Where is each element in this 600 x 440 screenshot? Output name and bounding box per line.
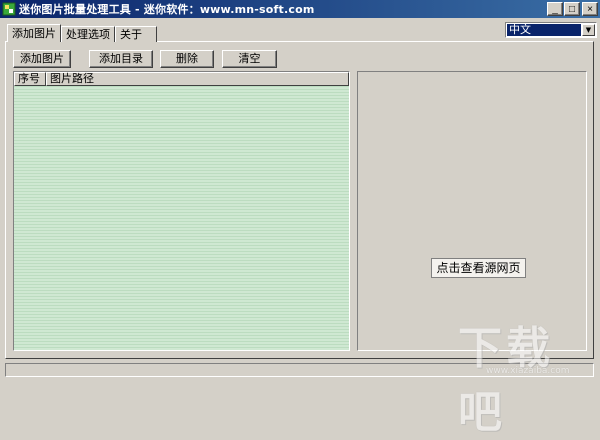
app-icon [2, 2, 16, 16]
list-header: 序号 图片路径 [14, 72, 349, 86]
tab-strip: 添加图片 处理选项 关于 [7, 24, 157, 42]
tab-about[interactable]: 关于 [115, 26, 157, 42]
add-image-button[interactable]: 添加图片 [13, 50, 71, 68]
column-header-index[interactable]: 序号 [14, 72, 46, 86]
delete-button[interactable]: 删除 [160, 50, 214, 68]
tab-processing-options[interactable]: 处理选项 [61, 26, 115, 42]
add-folder-button[interactable]: 添加目录 [89, 50, 153, 68]
maximize-button[interactable]: □ [564, 2, 580, 16]
window-title: 迷你图片批量处理工具 - 迷你软件：www.mn-soft.com [19, 3, 315, 16]
language-selected-value: 中文 [507, 24, 581, 36]
column-header-path[interactable]: 图片路径 [46, 72, 349, 86]
view-source-page-button[interactable]: 点击查看源网页 [431, 258, 526, 278]
title-bar[interactable]: 迷你图片批量处理工具 - 迷你软件：www.mn-soft.com _ □ × [0, 0, 600, 18]
minimize-button[interactable]: _ [547, 2, 563, 16]
tab-add-images[interactable]: 添加图片 [7, 24, 61, 42]
clear-button[interactable]: 清空 [222, 50, 277, 68]
chevron-down-icon[interactable]: ▼ [582, 24, 595, 36]
window-controls: _ □ × [546, 2, 598, 16]
image-preview-panel [357, 71, 587, 351]
close-button[interactable]: × [582, 2, 598, 16]
image-file-list[interactable]: 序号 图片路径 [13, 71, 350, 351]
status-bar [5, 363, 594, 377]
language-select[interactable]: 中文 ▼ [505, 22, 597, 38]
